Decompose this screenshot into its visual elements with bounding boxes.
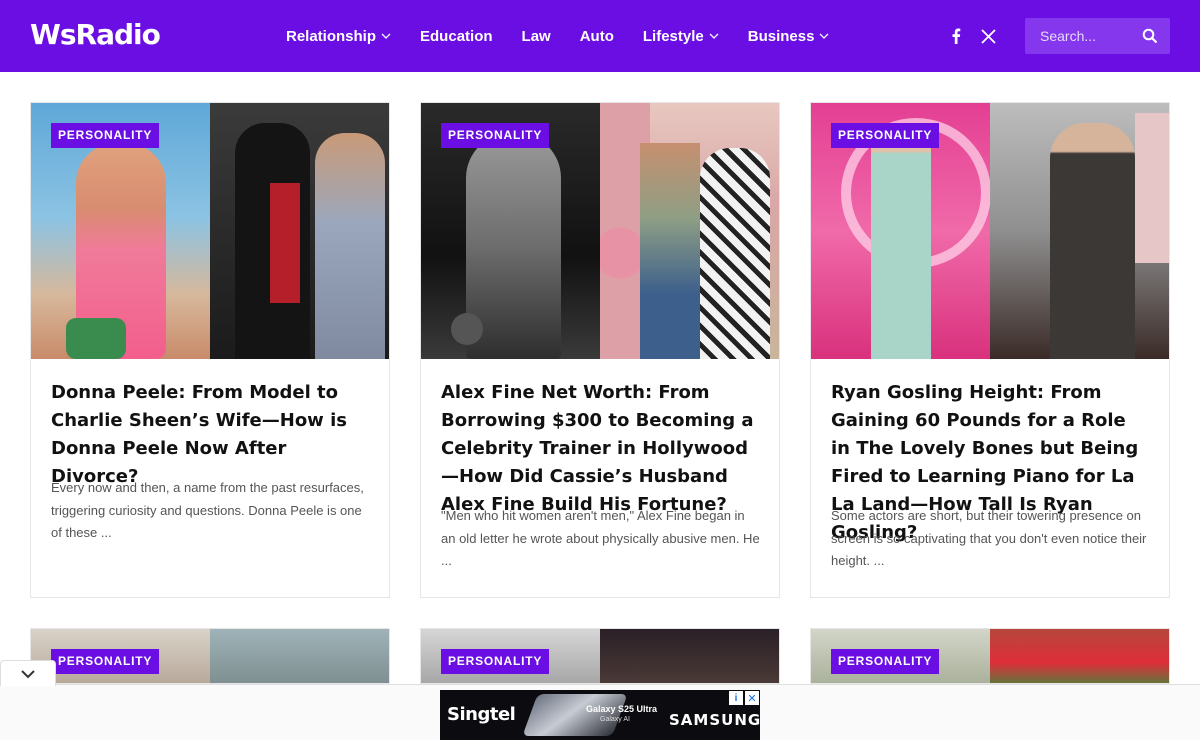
ad-collapse-toggle[interactable] (0, 660, 56, 686)
article-thumbnail[interactable]: PERSONALITY (811, 103, 1169, 359)
category-badge[interactable]: PERSONALITY (441, 649, 550, 674)
category-badge[interactable]: PERSONALITY (441, 123, 550, 148)
ad-close-icon[interactable]: ✕ (745, 691, 759, 705)
category-badge[interactable]: PERSONALITY (51, 649, 160, 674)
nav-item-law[interactable]: Law (522, 28, 551, 45)
search-box (1025, 18, 1170, 54)
article-excerpt: Every now and then, a name from the past… (51, 480, 364, 540)
article-card[interactable]: PERSONALITY Donna Peele: From Model to C… (30, 102, 390, 598)
article-thumbnail (990, 629, 1169, 683)
article-thumbnail (600, 629, 779, 683)
article-card[interactable]: PERSONALITY (810, 628, 1170, 684)
article-excerpt: Some actors are short, but their towerin… (831, 508, 1147, 568)
category-badge[interactable]: PERSONALITY (831, 649, 940, 674)
photo-actor-suit (990, 103, 1169, 359)
search-icon[interactable] (1142, 28, 1158, 44)
photo-couple-event (210, 103, 389, 359)
nav-label: Auto (579, 27, 614, 45)
article-thumbnail (210, 629, 389, 683)
facebook-icon[interactable] (946, 26, 966, 46)
phone-image (522, 694, 628, 736)
site-logo[interactable]: WsRadio (30, 18, 161, 51)
article-thumbnail[interactable]: PERSONALITY (421, 103, 779, 359)
chevron-down-icon (381, 33, 391, 39)
nav-item-education[interactable]: Education (420, 28, 493, 45)
category-badge[interactable]: PERSONALITY (831, 123, 940, 148)
article-card[interactable]: PERSONALITY Alex Fine Net Worth: From Bo… (420, 102, 780, 598)
nav-label: Law (521, 27, 551, 45)
nav-item-lifestyle[interactable]: Lifestyle (643, 28, 719, 45)
nav-label: Lifestyle (642, 27, 704, 45)
nav-label: Relationship (286, 27, 377, 45)
chevron-down-icon (21, 669, 35, 678)
category-badge[interactable]: PERSONALITY (51, 123, 160, 148)
nav-label: Business (747, 27, 815, 45)
nav-label: Education (420, 27, 493, 45)
nav-item-auto[interactable]: Auto (580, 28, 614, 45)
ad-brand-right: SAMSUNG (669, 711, 760, 729)
photo-family-party (600, 103, 779, 359)
search-input[interactable] (1025, 28, 1135, 44)
x-icon[interactable] (978, 26, 998, 46)
ad-product: Galaxy S25 Ultra (586, 704, 658, 714)
article-card[interactable]: PERSONALITY (30, 628, 390, 684)
banner-ad[interactable]: Singtel Galaxy S25 Ultra Galaxy AI SAMSU… (440, 690, 760, 740)
site-header: WsRadio Relationship Education Law Auto … (0, 0, 1200, 72)
article-thumbnail[interactable]: PERSONALITY (31, 103, 389, 359)
article-card[interactable]: PERSONALITY (420, 628, 780, 684)
nav-item-business[interactable]: Business (748, 28, 830, 45)
article-card[interactable]: PERSONALITY Ryan Gosling Height: From Ga… (810, 102, 1170, 598)
main-nav: Relationship Education Law Auto Lifestyl… (286, 0, 829, 72)
article-excerpt: "Men who hit women aren't men," Alex Fin… (441, 508, 760, 568)
article-title[interactable]: Donna Peele: From Model to Charlie Sheen… (51, 379, 371, 491)
nav-item-relationship[interactable]: Relationship (286, 28, 391, 45)
chevron-down-icon (709, 33, 719, 39)
ad-info-icon[interactable]: i (729, 691, 743, 705)
ad-brand-left: Singtel (447, 704, 516, 725)
article-title[interactable]: Alex Fine Net Worth: From Borrowing $300… (441, 379, 761, 519)
chevron-down-icon (819, 33, 829, 39)
ad-product-sub: Galaxy AI (600, 716, 630, 723)
